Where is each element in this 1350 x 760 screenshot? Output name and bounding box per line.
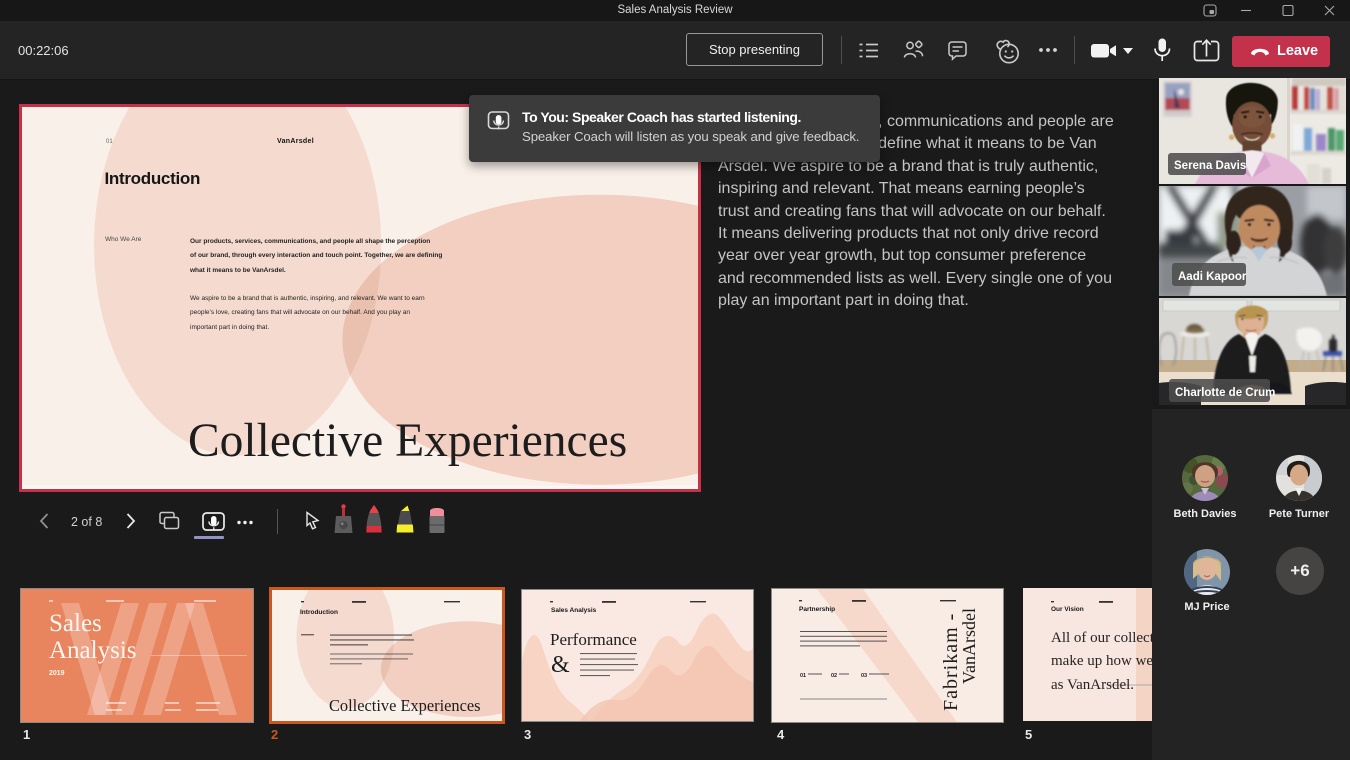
svg-text:Charlotte de Crum: Charlotte de Crum xyxy=(1175,387,1275,399)
svg-text:03: 03 xyxy=(861,673,867,679)
svg-text:02: 02 xyxy=(831,673,837,679)
svg-text:VanArsdel: VanArsdel xyxy=(959,608,979,684)
svg-text:Aadi Kapoor: Aadi Kapoor xyxy=(1178,271,1247,283)
svg-text:01: 01 xyxy=(800,673,806,679)
svg-text:Serena Davis: Serena Davis xyxy=(1174,160,1246,172)
